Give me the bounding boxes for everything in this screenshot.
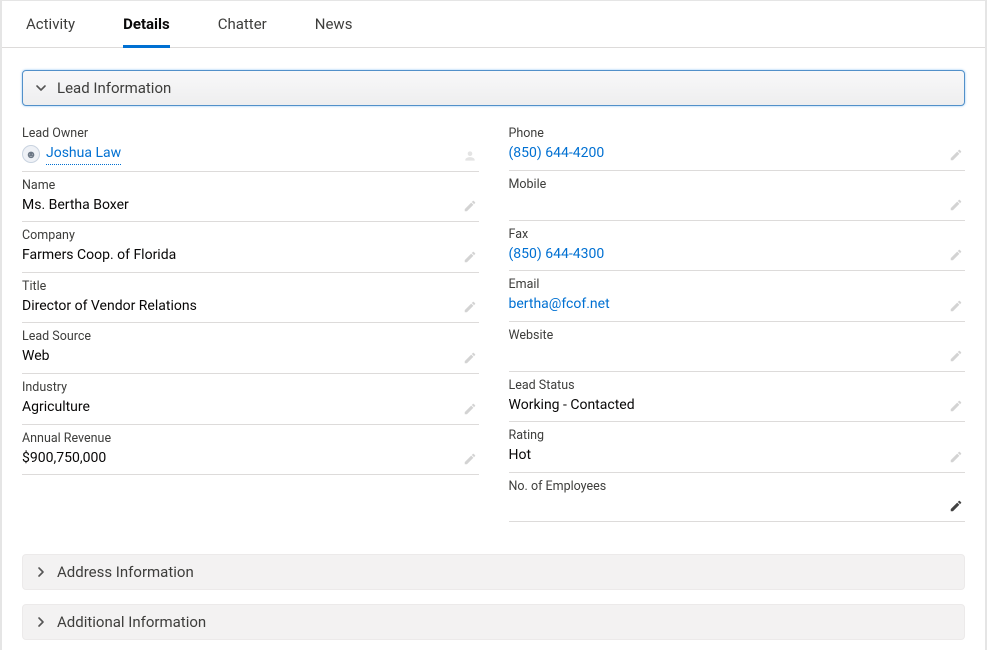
field-lead-source: Lead Source Web bbox=[22, 323, 479, 374]
left-column: Lead Owner ☻ Joshua Law Name Ms. Bertha … bbox=[22, 120, 479, 522]
tab-chatter[interactable]: Chatter bbox=[218, 1, 267, 47]
field-label: Lead Owner bbox=[22, 126, 477, 141]
field-label: Industry bbox=[22, 380, 477, 395]
tab-bar: Activity Details Chatter News bbox=[2, 1, 985, 48]
pencil-icon[interactable] bbox=[949, 399, 963, 413]
field-value bbox=[509, 195, 964, 214]
field-fax: Fax (850) 644-4300 bbox=[509, 221, 966, 272]
field-phone: Phone (850) 644-4200 bbox=[509, 120, 966, 171]
field-value: ☻ Joshua Law bbox=[22, 144, 477, 165]
avatar: ☻ bbox=[22, 145, 40, 163]
tab-activity[interactable]: Activity bbox=[26, 1, 75, 47]
field-lead-owner: Lead Owner ☻ Joshua Law bbox=[22, 120, 479, 172]
field-value: Ms. Bertha Boxer bbox=[22, 196, 477, 216]
pencil-icon[interactable] bbox=[463, 300, 477, 314]
field-label: Fax bbox=[509, 227, 964, 242]
pencil-icon[interactable] bbox=[949, 299, 963, 313]
field-label: Mobile bbox=[509, 177, 964, 192]
field-no-of-employees: No. of Employees bbox=[509, 473, 966, 522]
field-label: No. of Employees bbox=[509, 479, 964, 494]
pencil-icon[interactable] bbox=[949, 248, 963, 262]
pencil-icon[interactable] bbox=[463, 199, 477, 213]
field-value bbox=[509, 497, 964, 501]
field-label: Website bbox=[509, 328, 964, 343]
field-rating: Rating Hot bbox=[509, 422, 966, 473]
email-link[interactable]: bertha@fcof.net bbox=[509, 295, 964, 315]
field-label: Lead Source bbox=[22, 329, 477, 344]
pencil-icon[interactable] bbox=[949, 450, 963, 464]
field-label: Name bbox=[22, 178, 477, 193]
field-label: Company bbox=[22, 228, 477, 243]
tab-details[interactable]: Details bbox=[123, 1, 170, 47]
record-detail-panel: Activity Details Chatter News Lead Infor… bbox=[0, 0, 987, 650]
chevron-right-icon bbox=[33, 614, 49, 630]
phone-link[interactable]: (850) 644-4200 bbox=[509, 144, 964, 164]
chevron-right-icon bbox=[33, 564, 49, 580]
pencil-icon[interactable] bbox=[463, 250, 477, 264]
field-label: Lead Status bbox=[509, 378, 964, 393]
fax-link[interactable]: (850) 644-4300 bbox=[509, 245, 964, 265]
pencil-icon[interactable] bbox=[949, 198, 963, 212]
pencil-icon[interactable] bbox=[949, 499, 963, 513]
field-value bbox=[509, 346, 964, 365]
section-additional-information[interactable]: Additional Information bbox=[22, 604, 965, 640]
owner-link[interactable]: Joshua Law bbox=[46, 144, 121, 165]
field-label: Title bbox=[22, 279, 477, 294]
field-value: Agriculture bbox=[22, 398, 477, 418]
tab-news[interactable]: News bbox=[315, 1, 353, 47]
field-label: Email bbox=[509, 277, 964, 292]
pencil-icon[interactable] bbox=[463, 351, 477, 365]
field-label: Rating bbox=[509, 428, 964, 443]
field-label: Phone bbox=[509, 126, 964, 141]
section-lead-information[interactable]: Lead Information bbox=[22, 70, 965, 106]
field-mobile: Mobile bbox=[509, 171, 966, 221]
section-title: Lead Information bbox=[57, 79, 171, 97]
pencil-icon[interactable] bbox=[949, 349, 963, 363]
right-column: Phone (850) 644-4200 Mobile Fax (850) 64… bbox=[509, 120, 966, 522]
pencil-icon[interactable] bbox=[463, 402, 477, 416]
section-address-information[interactable]: Address Information bbox=[22, 554, 965, 590]
chevron-down-icon bbox=[33, 80, 49, 96]
field-value: Web bbox=[22, 347, 477, 367]
section-title: Address Information bbox=[57, 563, 194, 581]
field-value: Director of Vendor Relations bbox=[22, 297, 477, 317]
field-lead-status: Lead Status Working - Contacted bbox=[509, 372, 966, 423]
field-annual-revenue: Annual Revenue $900,750,000 bbox=[22, 425, 479, 476]
details-content: Lead Information Lead Owner ☻ Joshua Law… bbox=[2, 48, 985, 640]
field-value: Hot bbox=[509, 446, 964, 466]
field-name: Name Ms. Bertha Boxer bbox=[22, 172, 479, 223]
field-value: Working - Contacted bbox=[509, 396, 964, 416]
lead-fields: Lead Owner ☻ Joshua Law Name Ms. Bertha … bbox=[22, 106, 965, 540]
field-label: Annual Revenue bbox=[22, 431, 477, 446]
field-value: $900,750,000 bbox=[22, 449, 477, 469]
field-email: Email bertha@fcof.net bbox=[509, 271, 966, 322]
pencil-icon[interactable] bbox=[949, 148, 963, 162]
pencil-icon[interactable] bbox=[463, 452, 477, 466]
field-title: Title Director of Vendor Relations bbox=[22, 273, 479, 324]
field-industry: Industry Agriculture bbox=[22, 374, 479, 425]
field-value: Farmers Coop. of Florida bbox=[22, 246, 477, 266]
field-website: Website bbox=[509, 322, 966, 372]
change-owner-icon[interactable] bbox=[463, 149, 477, 163]
field-company: Company Farmers Coop. of Florida bbox=[22, 222, 479, 273]
section-title: Additional Information bbox=[57, 613, 206, 631]
